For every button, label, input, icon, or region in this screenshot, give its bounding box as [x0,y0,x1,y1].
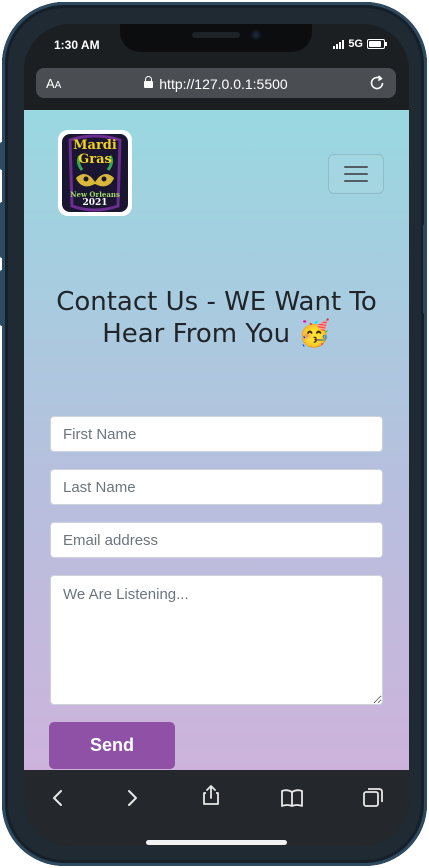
logo-text-mardi: Mardi [73,138,117,153]
phone-side-button [0,142,4,170]
back-icon[interactable] [46,786,70,810]
logo-background: Mardi Gras New Orleans 2021 [62,134,128,212]
url-text: http://127.0.0.1:5500 [159,76,288,92]
reload-icon[interactable] [368,74,386,92]
status-indicators: 5G [333,38,387,50]
share-icon[interactable] [199,783,223,807]
signal-icon [333,39,345,49]
forward-icon[interactable] [120,786,144,810]
network-type: 5G [348,38,363,50]
address-bar[interactable]: AA http://127.0.0.1:5500 [36,68,396,98]
status-time: 1:30 AM [54,38,100,52]
tabs-icon[interactable] [361,785,385,809]
status-bar: 1:30 AM 5G [24,24,409,68]
speaker [192,32,240,38]
bookmarks-icon[interactable] [280,786,304,810]
phone-volume-down [0,270,4,326]
url-display[interactable]: http://127.0.0.1:5500 [36,76,396,92]
phone-volume-up [0,202,4,258]
nav-menu-toggle-button[interactable] [328,154,384,194]
phone-frame: 1:30 AM 5G AA http://127.0.0.1:5500 Mard… [0,2,427,866]
lock-icon [144,76,154,88]
email-input[interactable] [50,522,383,558]
page-title: Contact Us - WE Want To Hear From You 🥳 [56,287,377,349]
mardi-gras-logo[interactable]: Mardi Gras New Orleans 2021 [58,130,132,216]
logo-text-gras: Gras [78,152,112,167]
first-name-input[interactable] [50,416,383,452]
camera-icon [251,30,261,40]
send-button[interactable]: Send [49,722,175,769]
browser-toolbar [24,770,409,846]
battery-icon [367,39,387,49]
web-page: Mardi Gras New Orleans 2021 Contact Us -… [24,110,409,770]
notch [120,24,312,52]
logo-text-year: 2021 [82,198,108,208]
home-indicator[interactable] [146,840,287,845]
phone-power-button [423,224,427,314]
last-name-input[interactable] [50,469,383,505]
message-textarea[interactable] [50,575,383,705]
screen: 1:30 AM 5G AA http://127.0.0.1:5500 Mard… [24,24,409,846]
